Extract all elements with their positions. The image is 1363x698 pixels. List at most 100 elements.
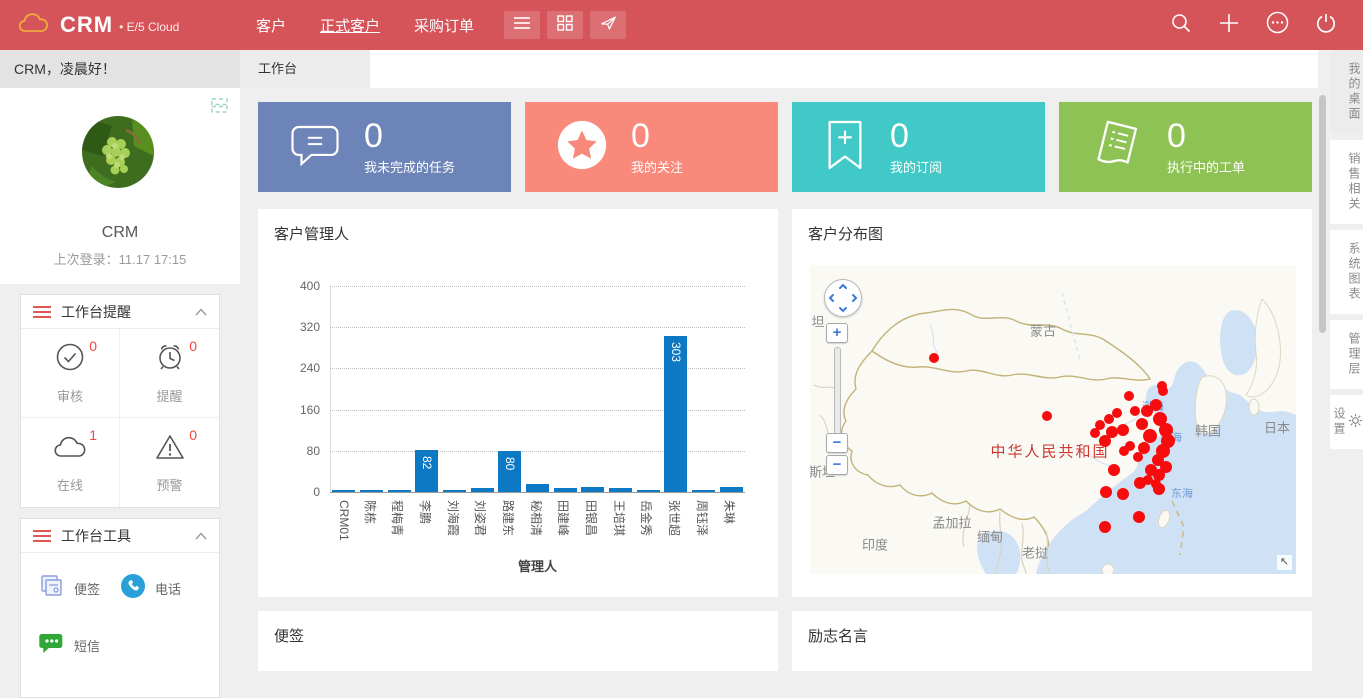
x-tick-label: 陈栋 bbox=[362, 500, 379, 524]
alerts-count: 0 bbox=[189, 338, 197, 354]
customer-location-dot[interactable] bbox=[1117, 488, 1129, 500]
reminder-online[interactable]: 1 在线 bbox=[21, 418, 120, 507]
menu-item-formal-customers[interactable]: 正式客户 bbox=[320, 15, 380, 36]
top-navbar: CRM • E/5 Cloud 客户 正式客户 采购订单 bbox=[0, 0, 1363, 50]
map-zoom-out-button[interactable]: − bbox=[826, 455, 848, 475]
warning-triangle-icon bbox=[154, 432, 186, 467]
plus-icon[interactable] bbox=[1218, 12, 1240, 39]
tool-phone[interactable]: 电话 bbox=[120, 573, 201, 604]
x-tick-label: 刘海霞 bbox=[445, 500, 462, 536]
worksheet-icon bbox=[1089, 118, 1145, 177]
tool-notes[interactable]: 便签 bbox=[39, 573, 120, 604]
customer-location-dot[interactable] bbox=[1130, 406, 1140, 416]
customer-location-dot[interactable] bbox=[929, 353, 939, 363]
y-tick-label: 400 bbox=[274, 279, 320, 293]
map-label: 老挝 bbox=[1022, 543, 1048, 562]
customer-location-dot[interactable] bbox=[1042, 411, 1052, 421]
avatar[interactable] bbox=[82, 116, 154, 188]
customer-location-dot[interactable] bbox=[1108, 464, 1120, 476]
bar-刘姿君[interactable] bbox=[471, 488, 494, 492]
customer-location-dot[interactable] bbox=[1143, 429, 1157, 443]
customer-location-dot[interactable] bbox=[1124, 391, 1134, 401]
user-name: CRM bbox=[0, 224, 240, 242]
bar-朱琳[interactable] bbox=[720, 487, 743, 492]
online-label: 在线 bbox=[57, 475, 83, 494]
bar-秘相清[interactable] bbox=[526, 484, 549, 492]
rail-tab-management[interactable]: 管理层 bbox=[1330, 320, 1363, 389]
customer-location-dot[interactable] bbox=[1117, 424, 1129, 436]
gear-icon bbox=[1348, 413, 1363, 428]
power-icon[interactable] bbox=[1315, 12, 1337, 39]
reminders-header[interactable]: 工作台提醒 bbox=[21, 295, 219, 329]
bar-CRM01[interactable] bbox=[332, 490, 355, 492]
bar-刘海霞[interactable] bbox=[443, 490, 466, 492]
phone-icon bbox=[120, 573, 146, 604]
card-active-workorders[interactable]: 0 执行中的工单 bbox=[1059, 102, 1312, 192]
y-tick-label: 0 bbox=[274, 485, 320, 499]
map-zoom-in-button[interactable]: + bbox=[826, 323, 848, 343]
bar-田银昌[interactable] bbox=[581, 487, 604, 492]
chevron-up-icon[interactable] bbox=[195, 527, 207, 545]
map-label: 中华人民共和国 bbox=[990, 441, 1109, 462]
rail-tab-settings[interactable]: 设置 bbox=[1330, 395, 1363, 449]
menu-item-customers[interactable]: 客户 bbox=[256, 15, 286, 36]
customer-location-dot[interactable] bbox=[1099, 521, 1111, 533]
profile-card: CRM 上次登录：11.17 17:15 bbox=[0, 88, 240, 284]
customer-location-dot[interactable] bbox=[1104, 414, 1114, 424]
map-pan-control[interactable] bbox=[824, 279, 862, 317]
bar-周钰泽[interactable] bbox=[692, 490, 715, 492]
map-fullscreen-icon[interactable]: ↖ bbox=[1277, 555, 1292, 570]
map-zoom-slider[interactable] bbox=[834, 347, 841, 435]
stat-cards-row: 0 我未完成的任务 0 我的关注 0 我的订阅 0 执行中的工单 bbox=[258, 102, 1312, 192]
main-content: 0 我未完成的任务 0 我的关注 0 我的订阅 0 执行中的工单 bbox=[240, 88, 1318, 662]
card-my-follows[interactable]: 0 我的关注 bbox=[525, 102, 778, 192]
collapse-panel-icon[interactable] bbox=[211, 98, 228, 118]
rail-tab-system-charts[interactable]: 系统图表 bbox=[1330, 230, 1363, 314]
apps-grid-button[interactable] bbox=[547, 11, 583, 39]
quotes-panel: 励志名言 bbox=[792, 611, 1312, 671]
reminders-title: 工作台提醒 bbox=[61, 302, 195, 322]
bar-岳金秀[interactable] bbox=[637, 490, 660, 492]
customer-location-dot[interactable] bbox=[1133, 511, 1145, 523]
main-scrollbar[interactable] bbox=[1319, 95, 1326, 333]
notes-title: 便签 bbox=[274, 625, 304, 646]
customer-location-dot[interactable] bbox=[1125, 441, 1135, 451]
brand[interactable]: CRM • E/5 Cloud bbox=[18, 11, 238, 40]
check-circle-icon bbox=[54, 341, 86, 378]
customer-location-dot[interactable] bbox=[1150, 399, 1162, 411]
send-button[interactable] bbox=[590, 11, 626, 39]
bar-王培琪[interactable] bbox=[609, 488, 632, 492]
tool-sms[interactable]: 短信 bbox=[39, 630, 120, 661]
china-map[interactable]: 蒙古中华人民共和国韩国日本孟加拉缅甸印度老挝渤海黄海东海斯坦坦 + − − ↖ bbox=[810, 265, 1296, 574]
card-unfinished-tasks[interactable]: 0 我未完成的任务 bbox=[258, 102, 511, 192]
card-value: 0 bbox=[1167, 119, 1245, 153]
bar-陈栋[interactable] bbox=[360, 490, 383, 492]
more-options-icon[interactable] bbox=[1266, 11, 1289, 39]
bar-程梅青[interactable] bbox=[388, 490, 411, 492]
reminder-audit[interactable]: 0 审核 bbox=[21, 329, 120, 418]
customer-location-dot[interactable] bbox=[1099, 435, 1111, 447]
tools-header[interactable]: 工作台工具 bbox=[21, 519, 219, 553]
bar-田建峰[interactable] bbox=[554, 488, 577, 492]
menu-item-purchase-orders[interactable]: 采购订单 bbox=[414, 15, 474, 36]
customer-location-dot[interactable] bbox=[1133, 452, 1143, 462]
grid-icon bbox=[557, 15, 573, 36]
rail-tab-my-desktop[interactable]: 我的桌面 bbox=[1330, 50, 1363, 134]
menu-list-button[interactable] bbox=[504, 11, 540, 39]
search-icon[interactable] bbox=[1170, 12, 1192, 39]
chevron-up-icon[interactable] bbox=[195, 303, 207, 321]
customer-location-dot[interactable] bbox=[1090, 428, 1100, 438]
bar-chart: 080160240320400CRM01陈栋程梅青82李鹏刘海霞刘姿君80路建东… bbox=[258, 209, 778, 597]
customer-location-dot[interactable] bbox=[1151, 479, 1161, 489]
tab-workbench[interactable]: 工作台 bbox=[240, 50, 370, 88]
rail-tab-sales[interactable]: 销售相关 bbox=[1330, 140, 1363, 224]
card-my-subscriptions[interactable]: 0 我的订阅 bbox=[792, 102, 1045, 192]
customer-location-dot[interactable] bbox=[1158, 386, 1168, 396]
reminder-alerts[interactable]: 0 提醒 bbox=[120, 329, 219, 418]
reminder-warning[interactable]: 0 预警 bbox=[120, 418, 219, 507]
tools-title: 工作台工具 bbox=[61, 526, 195, 546]
customer-location-dot[interactable] bbox=[1100, 486, 1112, 498]
customer-location-dot[interactable] bbox=[1136, 418, 1148, 430]
bottom-panels-row: 便签 励志名言 bbox=[258, 611, 1312, 671]
map-zoom-slider-thumb[interactable]: − bbox=[826, 433, 848, 453]
